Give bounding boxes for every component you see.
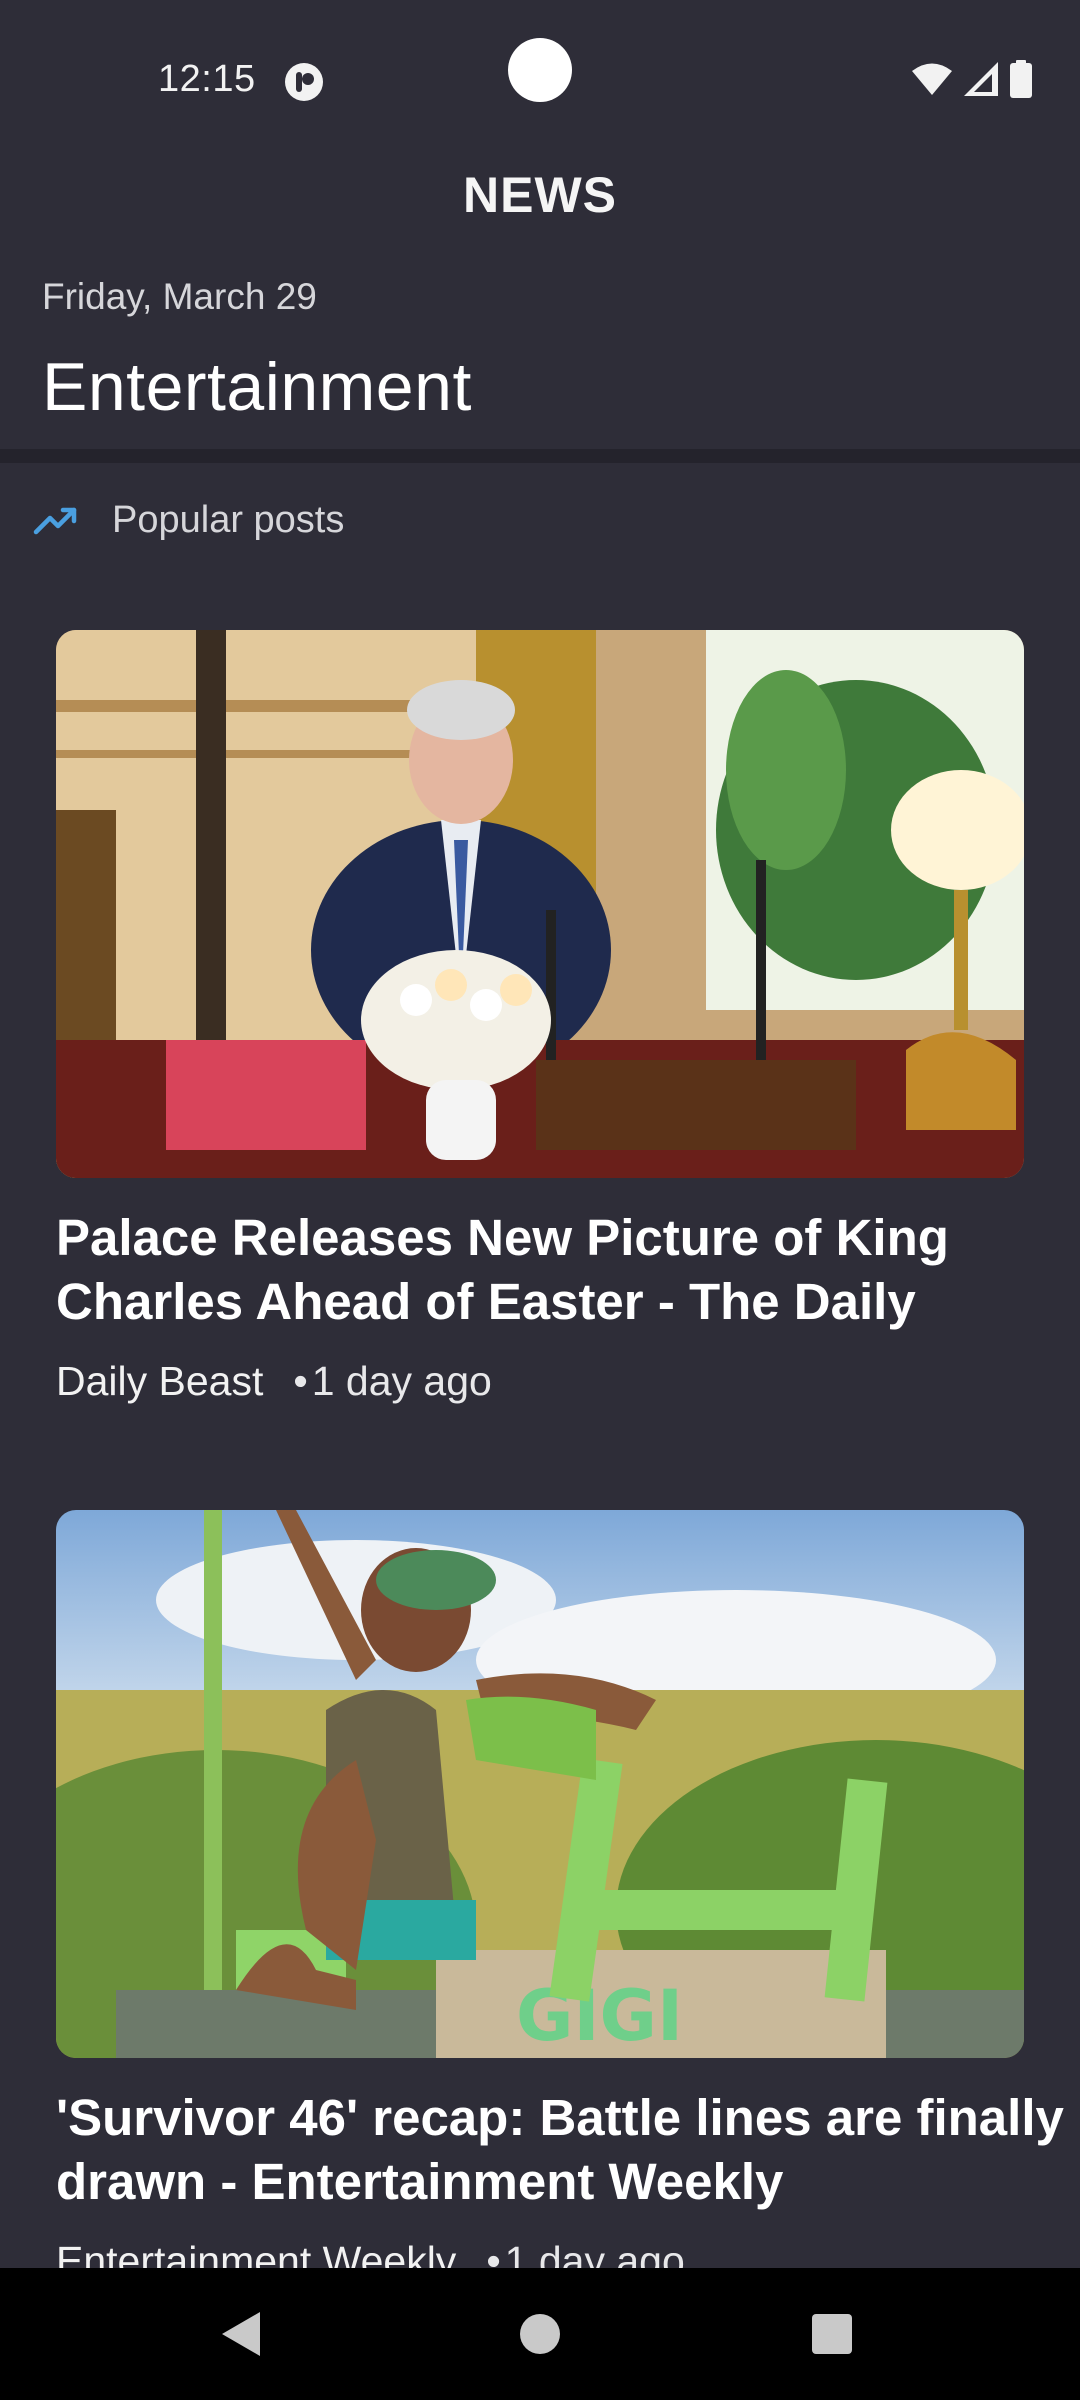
camera-cutout [508,38,572,102]
recents-icon[interactable] [812,2314,852,2354]
app-notification-icon [285,63,323,101]
article-title[interactable]: Palace Releases New Picture of King Char… [56,1206,1066,1334]
article-time: 1 day ago [311,1358,492,1404]
status-icons [912,60,1032,98]
system-nav-bar [0,2268,1080,2400]
article-image[interactable] [56,630,1024,1178]
app-title: NEWS [463,167,617,223]
popular-posts-label: Popular posts [112,498,345,541]
article-meta: Daily Beast • 1 day ago [56,1358,1024,1405]
popular-posts-header: Popular posts [32,496,344,544]
article-source: Daily Beast [56,1358,264,1404]
date-label: Friday, March 29 [42,276,317,317]
article-image[interactable]: GIGI [56,1510,1024,2058]
svg-text:GIGI: GIGI [516,1975,683,2057]
meta-separator: • [293,1358,308,1404]
status-bar: 12:15 [0,0,1080,150]
article-title[interactable]: 'Survivor 46' recap: Battle lines are fi… [56,2086,1066,2214]
article-card[interactable]: GIGI 'Survivor 46' recap: Battle lines a… [56,1510,1064,2285]
status-time: 12:15 [158,58,256,100]
home-icon[interactable] [520,2314,560,2354]
back-icon[interactable] [222,2312,262,2356]
signal-icon [964,62,998,96]
wifi-icon [912,63,952,95]
battery-icon [1010,60,1032,98]
header-divider [0,449,1080,463]
section-title: Entertainment [42,349,472,425]
trending-up-icon [33,507,77,535]
article-card[interactable]: Palace Releases New Picture of King Char… [56,630,1024,1405]
